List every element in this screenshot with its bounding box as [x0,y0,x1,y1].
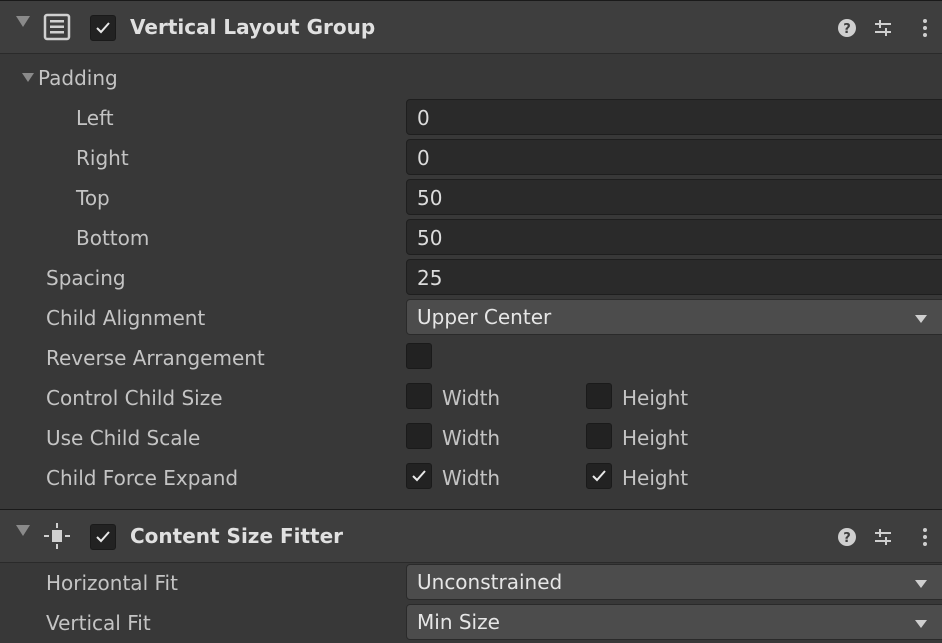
spacing-label: Spacing [46,266,126,290]
child-force-expand-height-checkbox[interactable] [586,463,612,489]
foldout-arrow-icon[interactable] [16,16,30,27]
checkmark-icon [592,470,606,482]
vertical-layout-group-panel: Vertical Layout Group ? Padding Left 0 R… [0,0,942,490]
padding-bottom-label: Bottom [76,226,150,250]
child-force-expand-width-checkbox[interactable] [406,463,432,489]
vertical-fit-row: Vertical Fit Min Size [0,603,942,643]
control-child-size-height-label: Height [622,386,689,410]
spacing-row: Spacing 25 [0,258,942,298]
presets-icon[interactable] [872,526,894,548]
dropdown-arrow-icon [915,620,927,628]
control-child-size-label: Control Child Size [46,386,223,410]
kebab-menu-icon[interactable] [914,17,936,39]
padding-top-row: Top 50 [0,178,942,218]
child-force-expand-height-label: Height [622,466,689,490]
foldout-arrow-icon[interactable] [16,525,30,536]
vertical-fit-dropdown[interactable]: Min Size [406,604,942,640]
control-child-size-height-checkbox[interactable] [586,383,612,409]
horizontal-fit-value: Unconstrained [417,570,563,594]
content-size-fitter-panel: Content Size Fitter ? Horizontal Fit Unc… [0,509,942,640]
child-force-expand-row: Child Force Expand Width Height [0,458,942,498]
help-icon[interactable]: ? [836,17,858,39]
padding-bottom-field[interactable]: 50 [406,219,942,255]
child-alignment-value: Upper Center [417,305,552,329]
svg-text:?: ? [843,531,851,546]
control-child-size-row: Control Child Size Width Height [0,378,942,418]
use-child-scale-label: Use Child Scale [46,426,201,450]
padding-right-row: Right 0 [0,138,942,178]
padding-row[interactable]: Padding [0,58,942,98]
padding-left-label: Left [76,106,114,130]
child-alignment-row: Child Alignment Upper Center [0,298,942,338]
vertical-fit-label: Vertical Fit [46,611,151,635]
vertical-layout-group-header[interactable]: Vertical Layout Group ? [0,0,942,54]
child-alignment-dropdown[interactable]: Upper Center [406,299,942,335]
child-force-expand-width-label: Width [442,466,501,490]
use-child-scale-width-checkbox[interactable] [406,423,432,449]
checkmark-icon [412,470,426,482]
use-child-scale-row: Use Child Scale Width Height [0,418,942,458]
padding-bottom-row: Bottom 50 [0,218,942,258]
spacing-field[interactable]: 25 [406,259,942,295]
dropdown-arrow-icon [915,315,927,323]
horizontal-fit-row: Horizontal Fit Unconstrained [0,563,942,603]
padding-top-label: Top [76,186,110,210]
child-force-expand-label: Child Force Expand [46,466,239,490]
checkmark-icon [96,22,110,34]
kebab-menu-icon[interactable] [914,526,936,548]
reverse-arrangement-row: Reverse Arrangement [0,338,942,378]
reverse-arrangement-label: Reverse Arrangement [46,346,265,370]
control-child-size-width-checkbox[interactable] [406,383,432,409]
horizontal-fit-dropdown[interactable]: Unconstrained [406,564,942,600]
help-icon[interactable]: ? [836,526,858,548]
svg-text:?: ? [843,22,851,37]
vertical-fit-value: Min Size [417,610,500,634]
padding-right-label: Right [76,146,129,170]
padding-left-field[interactable]: 0 [406,99,942,135]
padding-right-field[interactable]: 0 [406,139,942,175]
dropdown-arrow-icon [915,580,927,588]
padding-foldout-arrow-icon[interactable] [22,73,34,82]
use-child-scale-width-label: Width [442,426,501,450]
presets-icon[interactable] [872,17,894,39]
use-child-scale-height-checkbox[interactable] [586,423,612,449]
padding-left-row: Left 0 [0,98,942,138]
content-size-fitter-header[interactable]: Content Size Fitter ? [0,509,942,563]
padding-label: Padding [38,66,118,90]
component-title: Vertical Layout Group [130,15,376,39]
padding-top-field[interactable]: 50 [406,179,942,215]
component-title: Content Size Fitter [130,524,344,548]
control-child-size-width-label: Width [442,386,501,410]
vertical-layout-group-icon [43,13,71,41]
content-size-fitter-icon [44,523,70,549]
horizontal-fit-label: Horizontal Fit [46,571,178,595]
vertical-layout-group-enabled-checkbox[interactable] [90,15,116,41]
child-alignment-label: Child Alignment [46,306,206,330]
content-size-fitter-enabled-checkbox[interactable] [90,524,116,550]
use-child-scale-height-label: Height [622,426,689,450]
checkmark-icon [96,531,110,543]
reverse-arrangement-checkbox[interactable] [406,343,432,369]
